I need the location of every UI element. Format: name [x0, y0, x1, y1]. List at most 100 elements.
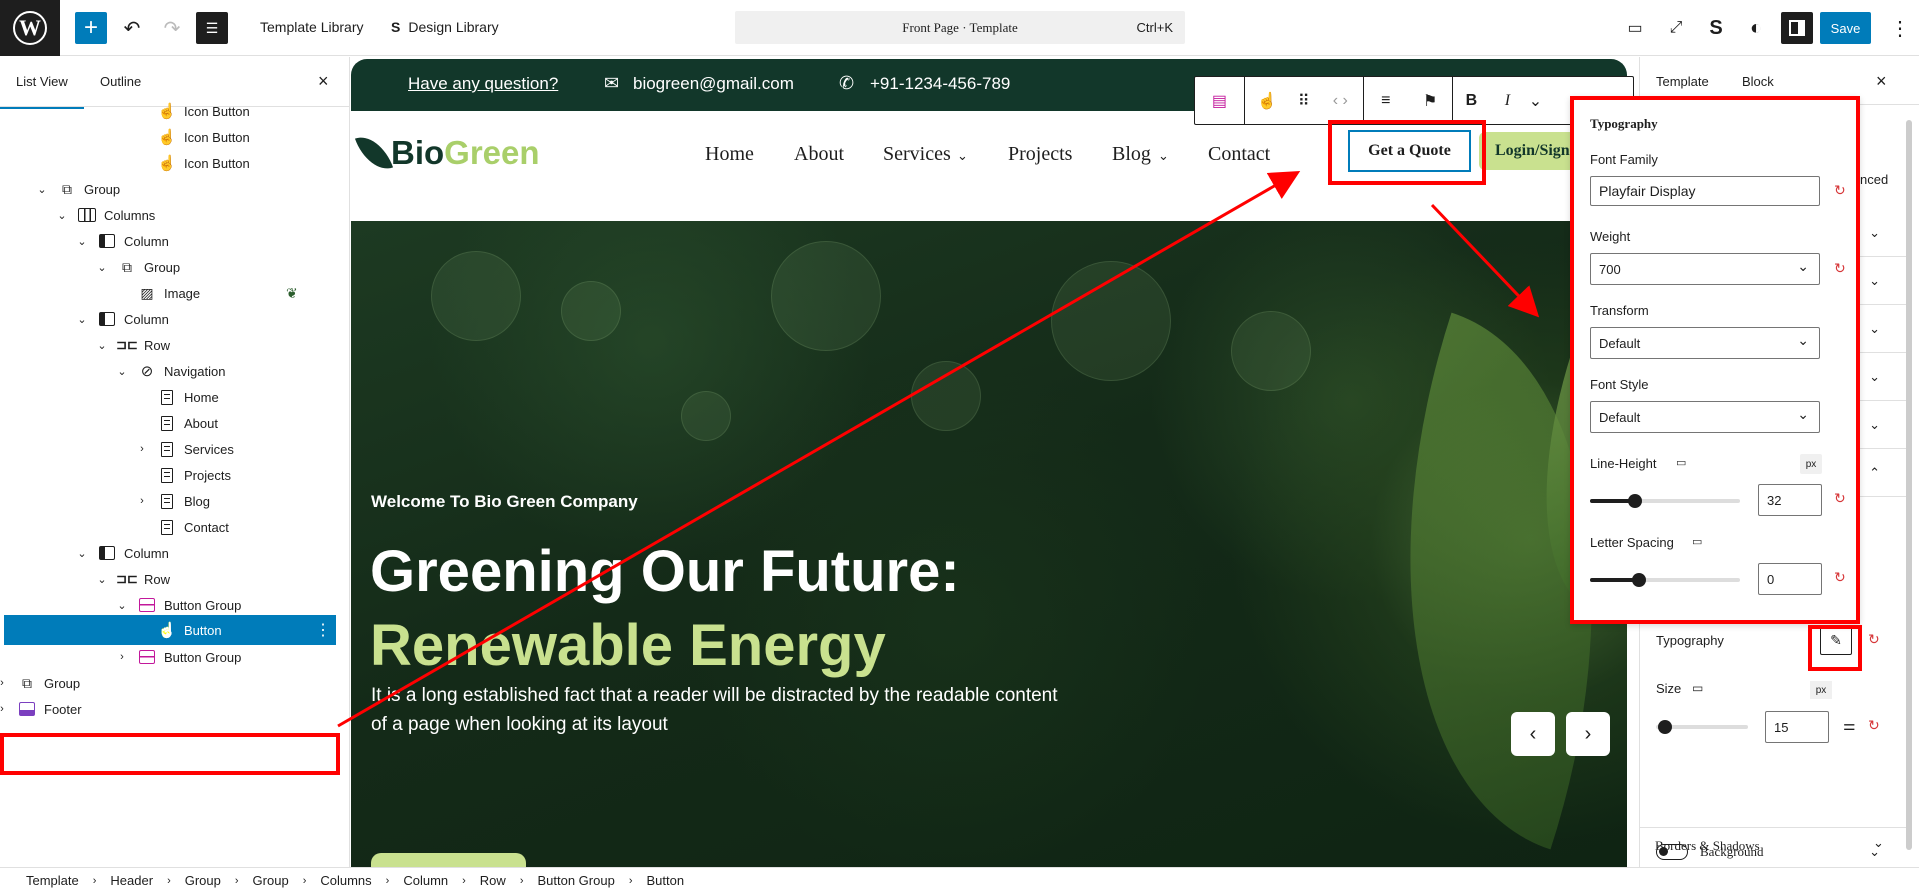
close-icon[interactable]: ×	[1876, 71, 1887, 92]
bold-icon[interactable]: B	[1453, 83, 1489, 119]
reset-icon[interactable]: ↻	[1834, 182, 1846, 199]
undo-button[interactable]: ↶	[116, 12, 148, 44]
tab-list-view[interactable]: List View	[0, 74, 84, 109]
open-preview-button[interactable]: ⤢	[1660, 12, 1692, 44]
nav-contact[interactable]: Contact	[1208, 143, 1270, 166]
more-formats-icon[interactable]: ⌄	[1525, 83, 1545, 119]
logo-green-text: Green	[444, 134, 540, 171]
design-library-link[interactable]: S Design Library	[391, 19, 499, 35]
chevron-right-icon[interactable]: ›	[116, 651, 128, 663]
button-block-icon[interactable]: ☝	[1249, 83, 1285, 119]
reset-icon[interactable]: ↻	[1834, 260, 1846, 277]
site-logo[interactable]: Bio Green	[354, 129, 540, 177]
chevron-down-icon[interactable]: ⌄	[116, 599, 128, 612]
tree-item-label: About	[184, 415, 218, 431]
chevron-down-icon[interactable]: ⌄	[96, 261, 108, 274]
chevron-down-icon[interactable]: ⌄	[116, 365, 128, 378]
chevron-right-icon[interactable]: ›	[136, 495, 148, 507]
slider-thumb[interactable]	[1628, 494, 1642, 508]
weight-select[interactable]: 700	[1590, 253, 1820, 285]
nav-blog[interactable]: Blog	[1112, 143, 1151, 166]
tab-outline[interactable]: Outline	[100, 74, 141, 89]
device-preview-button[interactable]: ▭	[1619, 12, 1651, 44]
reset-icon[interactable]: ↻	[1868, 631, 1880, 648]
email-link[interactable]: biogreen@gmail.com	[633, 74, 794, 94]
wordpress-logo[interactable]: W	[0, 0, 60, 56]
chevron-down-icon[interactable]: ⌄	[56, 209, 68, 222]
slider-prev-button[interactable]: ‹	[1511, 712, 1555, 756]
breadcrumb-item[interactable]: Group	[253, 873, 289, 888]
borders-shadows-label[interactable]: Borders & Shadows	[1655, 838, 1760, 854]
chevron-down-icon[interactable]: ⌄	[76, 547, 88, 560]
breadcrumb-item[interactable]: Group	[185, 873, 221, 888]
size-input[interactable]: 15	[1765, 711, 1829, 743]
breadcrumb-item[interactable]: Template	[26, 873, 79, 888]
size-unit[interactable]: px	[1810, 681, 1832, 699]
italic-icon[interactable]: I	[1489, 83, 1525, 119]
tree-item-footer[interactable]: › Footer	[0, 693, 340, 725]
chevron-down-icon[interactable]: ⌄	[36, 183, 48, 196]
breadcrumb-item[interactable]: Button Group	[537, 873, 614, 888]
sidebar-scrollbar[interactable]	[1906, 120, 1912, 850]
tree-item-label: Navigation	[164, 363, 226, 379]
hero-heading-line2: Renewable Energy	[370, 613, 886, 678]
nav-projects[interactable]: Projects	[1008, 143, 1072, 166]
breadcrumb-item[interactable]: Button	[646, 873, 684, 888]
letter-spacing-slider[interactable]	[1590, 573, 1740, 587]
save-button[interactable]: Save	[1820, 12, 1871, 44]
command-palette-bar[interactable]: Front Page · Template Ctrl+K	[735, 11, 1185, 44]
slider-thumb[interactable]	[1632, 573, 1646, 587]
close-icon[interactable]: ×	[318, 71, 329, 92]
phone-icon: ✆	[839, 73, 855, 93]
font-style-select[interactable]: Default	[1590, 401, 1820, 433]
breadcrumb-item[interactable]: Column	[403, 873, 448, 888]
nav-about[interactable]: About	[794, 143, 844, 166]
chevron-right-icon[interactable]: ›	[0, 703, 8, 715]
tab-template[interactable]: Template	[1656, 74, 1709, 89]
letter-spacing-input[interactable]: 0	[1758, 563, 1822, 595]
nav-services[interactable]: Services	[883, 143, 951, 166]
flag-icon[interactable]: ⚑	[1412, 83, 1448, 119]
size-slider[interactable]	[1656, 720, 1748, 734]
line-height-input[interactable]: 32	[1758, 484, 1822, 516]
template-library-link[interactable]: Template Library	[260, 19, 364, 35]
document-overview-button[interactable]: ☰	[196, 12, 228, 44]
slider-thumb[interactable]	[1658, 720, 1672, 734]
hero-button[interactable]	[371, 853, 526, 867]
question-link[interactable]: Have any question?	[408, 74, 558, 94]
transform-select[interactable]: Default	[1590, 327, 1820, 359]
reset-icon[interactable]: ↻	[1868, 717, 1880, 734]
chevron-right-icon[interactable]: ›	[0, 677, 8, 689]
reset-icon[interactable]: ↻	[1834, 569, 1846, 586]
font-family-input[interactable]: Playfair Display	[1590, 176, 1820, 206]
chevron-down-icon[interactable]: ⌄	[96, 339, 108, 352]
line-height-unit[interactable]: px	[1800, 454, 1822, 474]
parent-block-button[interactable]: ▤	[1195, 77, 1245, 124]
chevron-down-icon[interactable]: ⌄	[76, 235, 88, 248]
breadcrumb-item[interactable]: Columns	[320, 873, 371, 888]
more-options-icon[interactable]: ⋮	[315, 620, 331, 640]
settings-toggle-button[interactable]	[1781, 12, 1813, 44]
align-left-icon[interactable]: ≡	[1368, 83, 1404, 119]
chevron-down-icon[interactable]: ⌄	[76, 313, 88, 326]
settings-sliders-icon[interactable]: ⚌	[1843, 717, 1856, 734]
advanced-tab-partial[interactable]: nced	[1860, 172, 1888, 187]
redo-button[interactable]: ↷	[156, 12, 188, 44]
styles-button[interactable]: ◐	[1740, 12, 1772, 44]
design-library-button[interactable]: S	[1700, 12, 1732, 44]
breadcrumb-item[interactable]: Row	[480, 873, 506, 888]
breadcrumb-item[interactable]: Header	[110, 873, 153, 888]
chevron-down-icon: ⌄	[1869, 369, 1880, 384]
options-button[interactable]: ⋮	[1884, 12, 1916, 44]
chevron-down-icon[interactable]: ⌄	[96, 573, 108, 586]
block-inserter-button[interactable]: +	[75, 12, 107, 44]
reset-icon[interactable]: ↻	[1834, 490, 1846, 507]
drag-handle-icon[interactable]: ⠿	[1294, 83, 1314, 119]
line-height-slider[interactable]	[1590, 494, 1740, 508]
chevron-right-icon[interactable]: ›	[136, 443, 148, 455]
tab-block[interactable]: Block	[1742, 74, 1774, 89]
slider-next-button[interactable]: ›	[1566, 712, 1610, 756]
nav-home[interactable]: Home	[705, 143, 754, 166]
chevron-down-icon: ⌄	[1869, 321, 1880, 336]
move-arrows-icon[interactable]: ‹ ›	[1322, 83, 1358, 119]
